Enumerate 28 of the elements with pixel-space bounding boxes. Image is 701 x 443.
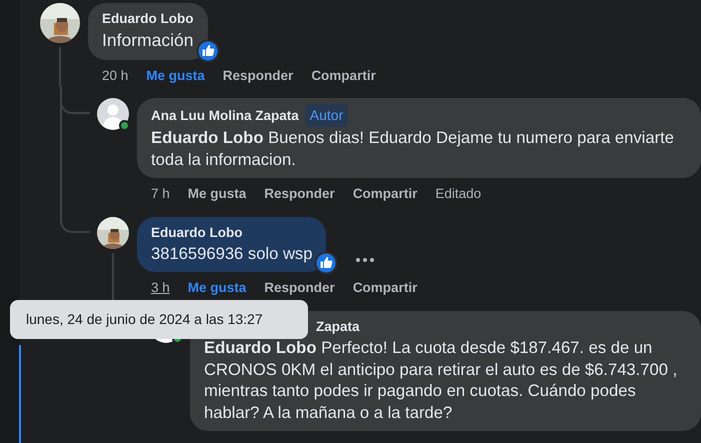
share-link[interactable]: Compartir bbox=[352, 278, 418, 299]
author-name[interactable]: Zapata bbox=[316, 316, 360, 337]
author-name[interactable]: Eduardo Lobo bbox=[102, 9, 194, 30]
timestamp-link[interactable]: 20 h bbox=[102, 66, 128, 86]
share-link[interactable]: Compartir bbox=[311, 66, 376, 86]
timestamp-link[interactable]: 7 h bbox=[151, 184, 170, 205]
comment-text: Eduardo Lobo Buenos dias! Eduardo Dejame tu numero para enviarte toda la informacion. bbox=[151, 127, 675, 170]
comment-text: Eduardo Lobo Perfecto! La cuota desde $187.467. es de un CRONOS 0KM el anticipo para retirar el auto es de $6.743.700 , mientras tanto podes ir pagando en cuotas. Cuándo podes hablar? A la mañana o a la tarde? bbox=[204, 336, 678, 424]
author-name[interactable]: Eduardo Lobo bbox=[151, 222, 242, 243]
avatar-icon bbox=[97, 98, 129, 130]
comment-text: Información bbox=[102, 29, 194, 52]
thread-line bbox=[112, 252, 114, 299]
comment-text: 3816596936 solo wsp bbox=[151, 242, 312, 264]
reply-link[interactable]: Responder bbox=[222, 66, 294, 86]
like-icon[interactable] bbox=[196, 39, 220, 63]
tooltip-text: lunes, 24 de junio de 2024 a las 13:27 bbox=[26, 310, 263, 329]
timestamp-link[interactable]: 3 h bbox=[151, 278, 170, 299]
like-icon[interactable] bbox=[314, 251, 338, 276]
like-link[interactable]: Me gusta bbox=[188, 278, 246, 299]
like-link[interactable]: Me gusta bbox=[146, 66, 205, 86]
reply-link[interactable]: Responder bbox=[264, 278, 335, 299]
share-link[interactable]: Compartir bbox=[352, 184, 418, 205]
edited-label: Editado bbox=[435, 185, 482, 204]
author-badge: Autor bbox=[304, 104, 348, 128]
thread-connector bbox=[60, 204, 90, 233]
author-name[interactable]: Ana Luu Molina Zapata bbox=[151, 106, 299, 126]
like-link[interactable]: Me gusta bbox=[188, 184, 246, 205]
reply-link[interactable]: Responder bbox=[264, 184, 335, 205]
